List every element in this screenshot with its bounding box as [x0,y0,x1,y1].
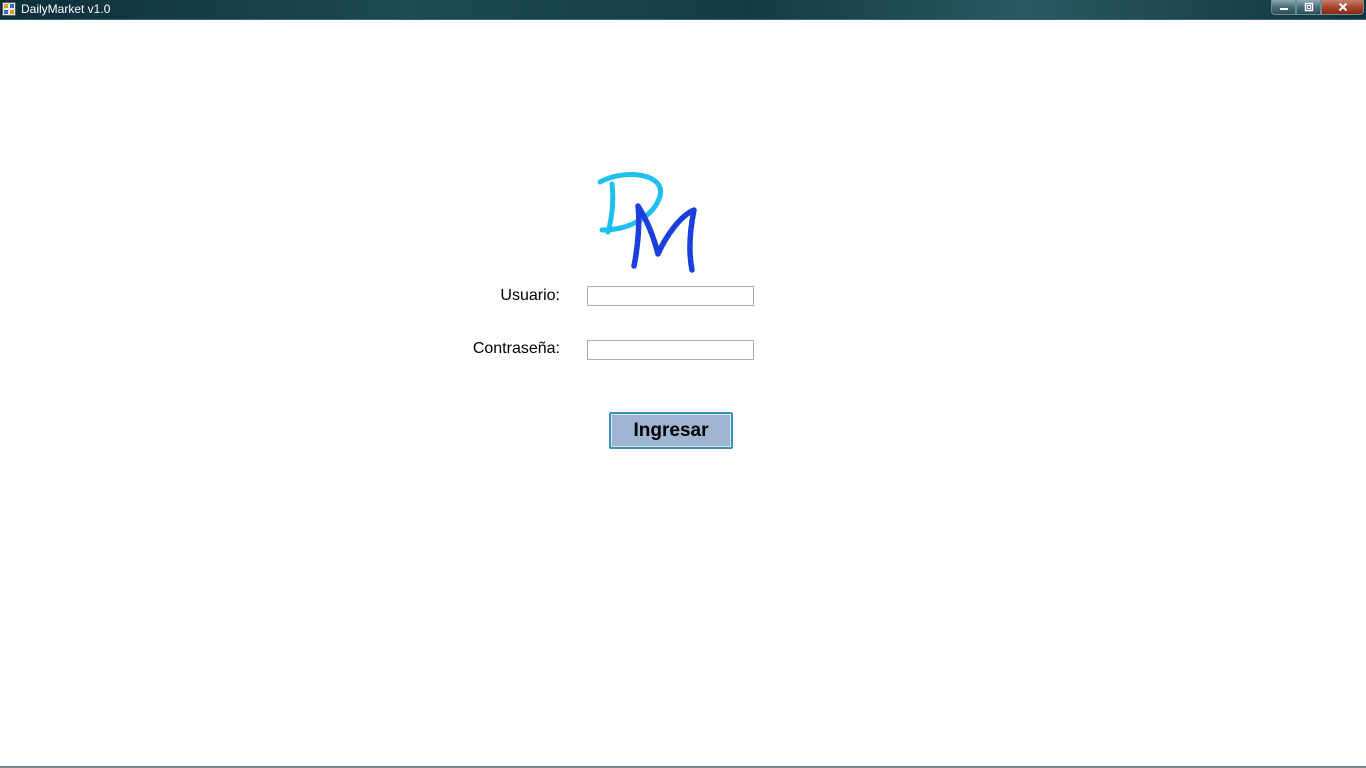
close-icon [1338,2,1347,12]
minimize-button[interactable] [1271,0,1296,15]
restore-button[interactable] [1296,0,1321,15]
minimize-icon [1279,8,1288,10]
logo-letter-d [597,172,663,235]
password-input[interactable] [587,340,754,360]
restore-icon [1304,2,1313,12]
logo-letter-m [631,203,697,273]
password-label: Contraseña: [472,340,560,357]
login-window: DailyMarket v1.0 Usuario: Contraseña: In… [0,0,1366,768]
app-icon[interactable] [2,2,16,16]
username-label: Usuario: [500,287,560,304]
window-controls [1271,0,1364,16]
close-button[interactable] [1321,0,1364,15]
window-title: DailyMarket v1.0 [21,2,111,16]
username-input[interactable] [587,286,754,306]
login-button[interactable]: Ingresar [609,412,733,449]
title-bar[interactable]: DailyMarket v1.0 [0,0,1366,20]
dailymarket-logo [597,172,697,273]
